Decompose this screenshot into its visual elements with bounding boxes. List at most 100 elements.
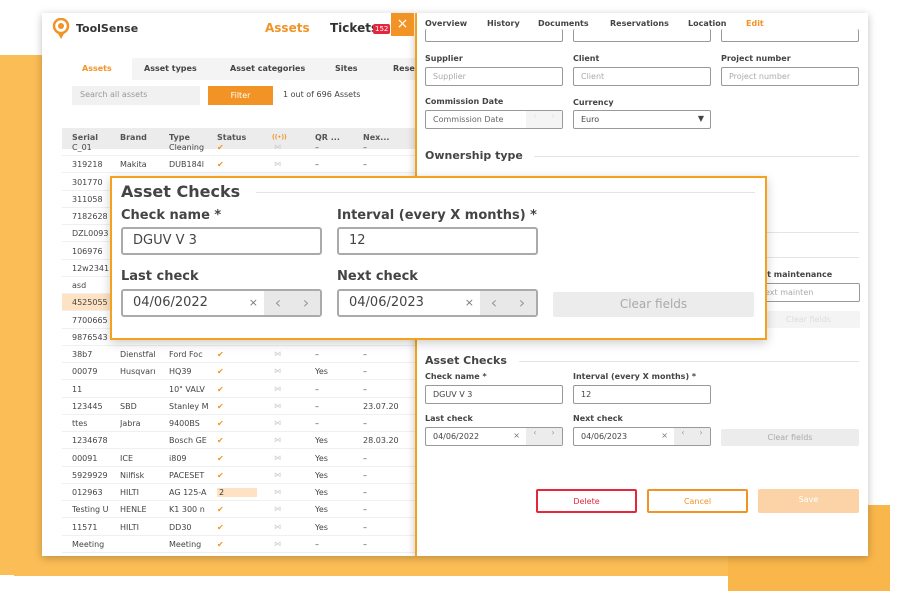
- table-row[interactable]: 00091 ICE i809 ✔ Yes – ⋈: [62, 450, 415, 467]
- next-icon[interactable]: ›: [544, 428, 562, 445]
- commission-date-placeholder: Commission Date: [433, 115, 504, 124]
- clear-icon[interactable]: ×: [249, 296, 258, 309]
- interval-input[interactable]: 12: [337, 227, 538, 255]
- brand-cell: Husqvarı: [120, 367, 156, 377]
- serial-cell: Testing U: [72, 505, 109, 515]
- save-button[interactable]: Save: [758, 489, 859, 513]
- next-icon[interactable]: ›: [544, 111, 562, 128]
- prev-icon[interactable]: ‹: [526, 428, 544, 445]
- commission-date-label: Commission Date: [425, 97, 504, 106]
- table-row[interactable]: 319218 Makita DUB184l ✔ – – ⋈: [62, 156, 415, 174]
- table-row[interactable]: Meeting Meeting ✔ – – ⋈: [62, 536, 415, 553]
- type-cell: HQ39: [169, 367, 192, 377]
- no-signal-icon: ⋈: [274, 160, 281, 169]
- next-check-input[interactable]: 04/06/2023 × ‹ ›: [573, 427, 711, 446]
- clear-fields-button[interactable]: Clear fields: [757, 311, 860, 328]
- tab-reservations[interactable]: Reservations: [610, 19, 669, 28]
- subtab-asset-types[interactable]: Asset types: [144, 58, 197, 80]
- table-row[interactable]: 38b7 Dienstfal Ford Foc ✔ – – ⋈: [62, 346, 415, 364]
- check-name-input[interactable]: DGUV V 3: [121, 227, 322, 255]
- last-check-input[interactable]: 04/06/2022 × ‹ ›: [425, 427, 563, 446]
- table-row[interactable]: ttes Jabra 9400BS ✔ – – ⋈: [62, 415, 415, 433]
- clear-fields-button[interactable]: Clear fields: [721, 429, 859, 446]
- prev-icon[interactable]: ‹: [480, 291, 508, 315]
- tab-overview[interactable]: Overview: [425, 19, 467, 28]
- clear-icon[interactable]: ×: [465, 296, 474, 309]
- qr-cell: –: [315, 384, 319, 394]
- subtab-sites[interactable]: Sites: [335, 58, 358, 80]
- last-check-label: Last check: [121, 269, 199, 284]
- next-cell: –: [363, 539, 367, 549]
- tab-location[interactable]: Location: [688, 19, 727, 28]
- check-icon: ✔: [217, 384, 224, 394]
- interval-input[interactable]: 12: [573, 385, 711, 404]
- currency-select[interactable]: Euro ▼: [573, 110, 711, 129]
- table-row[interactable]: 123445 SBD Stanley M ✔ – 23.07.20 ⋈: [62, 398, 415, 415]
- table-row[interactable]: Testing U HENLE K1 300 n ✔ Yes – ⋈: [62, 501, 415, 519]
- close-icon[interactable]: ×: [391, 13, 414, 36]
- no-signal-icon: ⋈: [274, 470, 281, 479]
- table-row[interactable]: 11571 HILTI DD30 ✔ Yes – ⋈: [62, 519, 415, 536]
- next-cell: –: [363, 522, 367, 532]
- prev-field[interactable]: [425, 29, 563, 42]
- table-row[interactable]: 1234678 Bosch GE ✔ Yes 28.03.20 ⋈: [62, 432, 415, 450]
- next-icon[interactable]: ›: [508, 291, 536, 315]
- cancel-button[interactable]: Cancel: [647, 489, 748, 513]
- clear-icon[interactable]: ×: [661, 431, 668, 440]
- delete-button[interactable]: Delete: [536, 489, 637, 513]
- check-icon: ✔: [217, 367, 224, 377]
- client-input[interactable]: Client: [573, 67, 711, 86]
- next-cell: –: [363, 505, 367, 515]
- brand-cell: SBD: [120, 401, 137, 411]
- next-cell: –: [363, 419, 367, 429]
- no-signal-icon: ⋈: [274, 488, 281, 497]
- tab-edit[interactable]: Edit: [746, 19, 764, 28]
- divider: [519, 361, 859, 362]
- prev-field[interactable]: [573, 29, 711, 42]
- check-icon: ✔: [217, 436, 224, 446]
- search-input[interactable]: Search all assets: [72, 86, 200, 105]
- next-check-input[interactable]: 04/06/2023 × ‹ ›: [337, 289, 538, 317]
- check-icon: ✔: [217, 160, 224, 170]
- commission-date-input[interactable]: Commission Date ‹ ›: [425, 110, 563, 129]
- subtab-assets[interactable]: Assets: [62, 58, 132, 80]
- next-icon[interactable]: ›: [292, 291, 320, 315]
- clear-icon[interactable]: ×: [513, 431, 520, 440]
- table-row[interactable]: 012963 HILTI AG 125-A 2 Yes – ⋈: [62, 484, 415, 502]
- next-cell: –: [363, 143, 367, 152]
- table-row[interactable]: 00079 Husqvarı HQ39 ✔ Yes – ⋈: [62, 363, 415, 381]
- next-cell: –: [363, 160, 367, 170]
- subtab-asset-categories[interactable]: Asset categories: [230, 58, 305, 80]
- no-signal-icon: ⋈: [274, 453, 281, 462]
- brand-cell: Dienstfal: [120, 350, 156, 360]
- table-row[interactable]: 5929929 Nilfisk PACESET ✔ Yes – ⋈: [62, 467, 415, 484]
- check-name-input[interactable]: DGUV V 3: [425, 385, 563, 404]
- clear-fields-button[interactable]: Clear fields: [553, 292, 754, 317]
- no-signal-icon: ⋈: [274, 436, 281, 445]
- serial-cell: 319218: [72, 160, 103, 170]
- nav-assets[interactable]: Assets: [265, 21, 310, 35]
- table-row[interactable]: C_01 Cleaning ✔ – – ⋈: [62, 139, 415, 156]
- subtab-reservations[interactable]: Rese: [393, 58, 415, 80]
- last-check-label: Last check: [425, 414, 473, 423]
- prev-icon[interactable]: ‹: [674, 428, 692, 445]
- popup-title: Asset Checks: [121, 182, 241, 201]
- next-maintenance-input[interactable]: ext mainten: [757, 283, 860, 302]
- next-icon[interactable]: ›: [692, 428, 710, 445]
- interval-label: Interval (every X months) *: [337, 208, 537, 223]
- prev-icon[interactable]: ‹: [264, 291, 292, 315]
- project-number-input[interactable]: Project number: [721, 67, 859, 86]
- serial-cell: 1234678: [72, 436, 108, 446]
- nav-tickets[interactable]: Tickets: [330, 21, 378, 35]
- table-row[interactable]: 11 10" VALV ✔ – – ⋈: [62, 381, 415, 398]
- supplier-input[interactable]: Supplier: [425, 67, 563, 86]
- prev-field[interactable]: [721, 29, 859, 42]
- filter-button[interactable]: Filter: [208, 86, 273, 105]
- divider: [757, 257, 859, 258]
- prev-icon[interactable]: ‹: [526, 111, 544, 128]
- tickets-badge: 152: [373, 24, 391, 34]
- tab-documents[interactable]: Documents: [538, 19, 589, 28]
- next-cell: –: [363, 367, 367, 377]
- last-check-input[interactable]: 04/06/2022 × ‹ ›: [121, 289, 322, 317]
- tab-history[interactable]: History: [487, 19, 520, 28]
